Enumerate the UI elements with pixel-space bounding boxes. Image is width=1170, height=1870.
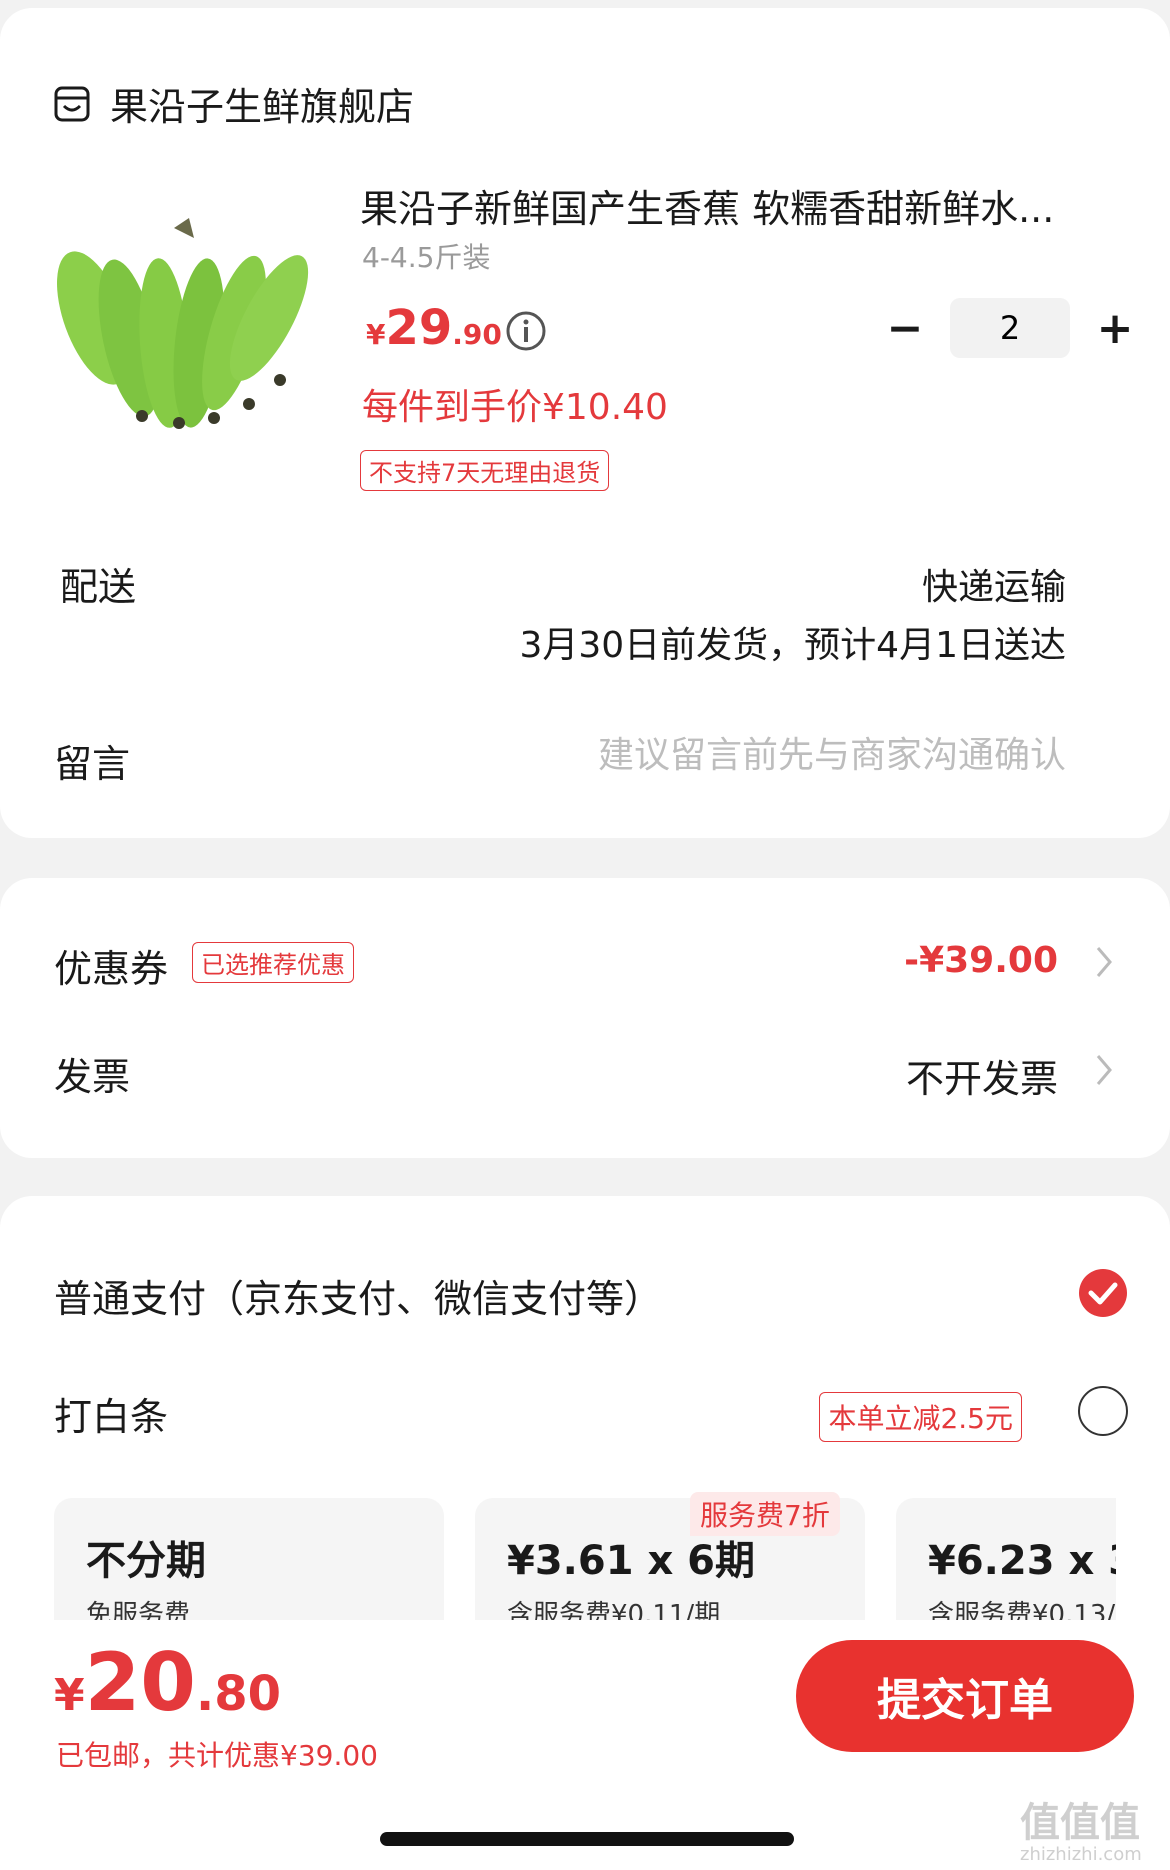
coupon-label: 优惠券 [54, 947, 169, 991]
return-policy-tag: 不支持7天无理由退货 [360, 450, 610, 491]
chevron-right-icon[interactable] [1094, 944, 1114, 980]
product-price: ¥29.90 [366, 300, 502, 356]
submit-order-button[interactable]: 提交订单 [796, 1640, 1134, 1752]
quantity-stepper: − + [878, 298, 1142, 358]
baitiao-discount-tag: 本单立减2.5元 [819, 1392, 1022, 1442]
normal-payment-label[interactable]: 普通支付（京东支付、微信支付等） [54, 1268, 662, 1323]
message-input[interactable] [466, 730, 1066, 780]
store-row[interactable]: 果沿子生鲜旗舰店 [54, 76, 414, 131]
message-label: 留言 [54, 742, 131, 786]
product-spec: 4-4.5斤装 [362, 241, 491, 274]
installment-option[interactable]: ¥6.23 x 3期 含服务费¥0.13/期 [896, 1498, 1116, 1628]
delivery-label: 配送 [60, 565, 137, 609]
installment-option[interactable]: 不分期 免服务费 [54, 1498, 444, 1628]
chevron-right-icon[interactable] [1094, 1052, 1114, 1088]
watermark: 值值值 [1020, 1800, 1140, 1846]
invoice-label: 发票 [54, 1055, 131, 1099]
store-icon [54, 86, 90, 121]
delivery-method[interactable]: 快递运输 [922, 558, 1066, 610]
total-summary[interactable]: 已包邮，共计优惠¥39.00 [56, 1734, 378, 1774]
decrement-button[interactable]: − [878, 301, 932, 355]
baitiao-label[interactable]: 打白条 [54, 1386, 168, 1441]
quantity-input[interactable] [950, 298, 1070, 358]
watermark-url: zhizhizhi.com [1020, 1844, 1142, 1865]
service-fee-badge: 服务费7折 [690, 1492, 840, 1536]
product-image[interactable] [54, 208, 324, 438]
store-name: 果沿子生鲜旗舰店 [110, 85, 415, 129]
unit-price: 每件到手价¥10.40 [362, 387, 668, 428]
checked-circle-icon[interactable] [1078, 1268, 1128, 1318]
installment-options: 不分期 免服务费 ¥3.61 x 6期 含服务费¥0.11/期 ¥6.23 x … [54, 1498, 1116, 1628]
product-title[interactable]: 果沿子新鲜国产生香蕉 软糯香甜新鲜水... [360, 178, 1090, 233]
bottom-bar: ¥20.80 已包邮，共计优惠¥39.00 提交订单 值值值 zhizhizhi… [0, 1620, 1170, 1870]
increment-button[interactable]: + [1088, 301, 1142, 355]
invoice-value[interactable]: 不开发票 [906, 1048, 1058, 1103]
coupon-tag: 已选推荐优惠 [192, 942, 354, 983]
info-icon[interactable] [505, 310, 547, 352]
checkout-page: 果沿子生鲜旗舰店 果沿子新鲜国产生香蕉 软糯香甜新鲜水... 4-4.5斤装 ¥… [0, 0, 1170, 1870]
order-card: 果沿子生鲜旗舰店 果沿子新鲜国产生香蕉 软糯香甜新鲜水... 4-4.5斤装 ¥… [0, 8, 1170, 838]
coupon-value[interactable]: -¥39.00 [904, 940, 1058, 981]
home-indicator[interactable] [380, 1832, 794, 1846]
unchecked-circle-icon[interactable] [1078, 1386, 1128, 1436]
total-price: ¥20.80 [54, 1636, 281, 1729]
delivery-date: 3月30日前发货，预计4月1日送达 [519, 625, 1066, 666]
discount-card: 优惠券 已选推荐优惠 -¥39.00 发票 不开发票 [0, 878, 1170, 1158]
